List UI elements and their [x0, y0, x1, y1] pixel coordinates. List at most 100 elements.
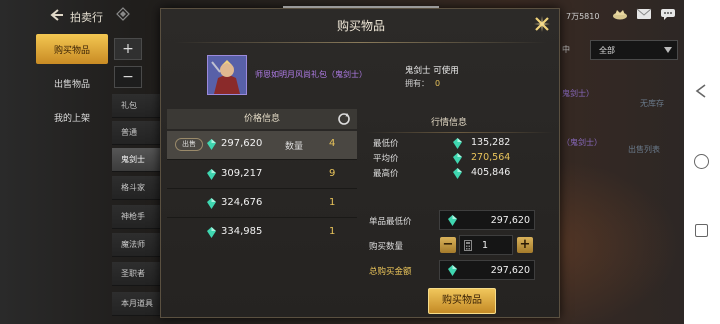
gem-icon	[207, 169, 216, 180]
owned-count: 拥有： 0	[405, 78, 440, 89]
total-price-label: 总购买金额	[369, 267, 412, 277]
increase-quantity-button[interactable]: +	[517, 237, 533, 253]
listing-row[interactable]: 324,676 1	[167, 189, 357, 217]
item-class-restriction: 鬼剑士 可使用	[405, 66, 459, 76]
gem-icon	[207, 227, 216, 238]
character-portrait-icon	[208, 56, 246, 94]
price-info-header: 价格信息	[167, 109, 357, 129]
sidebar-item-buy[interactable]: 购买物品	[36, 34, 108, 64]
decrease-quantity-button[interactable]: −	[440, 237, 456, 253]
diamond-icon[interactable]	[116, 7, 130, 21]
quantity-label: 数量	[285, 142, 304, 152]
sidebar-item-label: 出售物品	[53, 79, 90, 90]
bg-list-item-status: 出售列表	[628, 145, 660, 154]
quantity-value: 1	[482, 240, 489, 251]
category-item[interactable]: 礼包	[112, 94, 162, 118]
sidebar-item-sell[interactable]: 出售物品	[36, 68, 108, 98]
quantity-input[interactable]: 1	[459, 235, 513, 255]
category-item[interactable]: 本月道具	[112, 292, 162, 316]
avg-price-label: 平均价	[373, 154, 399, 164]
chevron-down-icon	[664, 47, 672, 53]
category-label: 本月道具	[121, 299, 153, 308]
nav-home-icon[interactable]	[694, 154, 709, 169]
max-price-label: 最高价	[373, 169, 399, 179]
unit-price-label: 单品最低价	[369, 217, 412, 227]
sale-badge: 出售	[175, 138, 203, 151]
system-nav-bar	[684, 0, 720, 324]
category-label: 神枪手	[121, 212, 145, 221]
filter-tab-label: 中	[562, 45, 570, 54]
gem-icon	[453, 138, 462, 149]
filter-dropdown[interactable]: 全部	[590, 40, 678, 60]
item-name: 师恩如明月风尚礼包（鬼剑士）	[255, 70, 367, 79]
gem-icon	[207, 139, 216, 150]
listing-price: 334,985	[221, 226, 263, 237]
gem-icon	[448, 265, 457, 276]
category-label: 魔法师	[121, 240, 145, 249]
listing-row[interactable]: 334,985 1	[167, 218, 357, 246]
nav-recents-icon[interactable]	[695, 224, 708, 237]
bg-list-item-name[interactable]: （鬼剑士）	[562, 137, 602, 148]
bg-list-item-status: 无库存	[640, 99, 664, 108]
page-title: 拍卖行	[70, 11, 103, 24]
owned-label: 拥有：	[405, 79, 429, 88]
min-price-label: 最低价	[373, 139, 399, 149]
listing-price: 324,676	[221, 197, 263, 208]
min-price-value: 135,282	[471, 137, 511, 148]
listing-price: 297,620	[221, 138, 263, 149]
dropdown-value: 全部	[599, 45, 615, 55]
collapse-button[interactable]: −	[114, 66, 142, 88]
max-price-value: 405,846	[471, 167, 511, 178]
nav-back-icon[interactable]	[694, 84, 708, 98]
gem-icon	[453, 153, 462, 164]
crown-icon[interactable]	[612, 8, 628, 20]
unit-price-value: 297,620	[490, 215, 530, 226]
purchase-dialog: 购买物品 师恩如明月风尚礼包（鬼剑士） 鬼剑士 可使用 拥有： 0 价格信息 出售…	[160, 6, 560, 318]
currency-amount: 7万5810	[566, 12, 600, 21]
category-item[interactable]: 普通	[112, 121, 162, 145]
sidebar-item-label: 我的上架	[53, 113, 90, 124]
bg-list-item-name[interactable]: 鬼剑士）	[562, 88, 594, 99]
back-arrow-icon[interactable]	[48, 7, 64, 23]
minus-icon: −	[122, 69, 134, 85]
listing-quantity: 1	[329, 197, 336, 208]
sidebar-item-label: 购买物品	[53, 45, 90, 56]
category-item-selected[interactable]: 鬼剑士	[112, 148, 162, 172]
listing-quantity: 1	[329, 226, 336, 237]
dialog-top-accent	[283, 6, 439, 8]
owned-value: 0	[435, 79, 441, 88]
category-label: 鬼剑士	[121, 155, 145, 164]
category-item[interactable]: 圣职者	[112, 262, 162, 286]
refresh-icon[interactable]	[337, 112, 351, 126]
dialog-title: 购买物品	[336, 19, 385, 33]
listing-quantity: 9	[329, 168, 336, 179]
gem-icon	[453, 168, 462, 179]
plus-icon: +	[122, 41, 134, 57]
listing-row[interactable]: 309,217 9	[167, 160, 357, 188]
category-label: 礼包	[121, 101, 137, 110]
calculator-icon[interactable]	[464, 240, 472, 251]
category-item[interactable]: 格斗家	[112, 176, 162, 200]
market-info-header: 行情信息	[431, 118, 468, 128]
divider	[367, 132, 553, 133]
mail-icon[interactable]	[636, 8, 652, 20]
unit-price-field: 297,620	[439, 210, 535, 230]
category-label: 格斗家	[121, 183, 145, 192]
purchase-button[interactable]: 购买物品	[428, 288, 496, 314]
category-item[interactable]: 魔法师	[112, 233, 162, 257]
gem-icon	[207, 198, 216, 209]
category-item[interactable]: 神枪手	[112, 205, 162, 229]
category-label: 普通	[121, 128, 137, 137]
gem-icon	[448, 215, 457, 226]
listing-quantity: 4	[329, 138, 336, 149]
listing-row-selected[interactable]: 出售 297,620 数量 4	[167, 131, 357, 159]
chat-icon[interactable]	[660, 8, 676, 20]
close-icon[interactable]	[533, 15, 551, 33]
item-icon[interactable]	[207, 55, 247, 95]
quantity-label: 购买数量	[369, 242, 404, 252]
expand-button[interactable]: +	[114, 38, 142, 60]
total-price-value: 297,620	[490, 265, 530, 276]
divider	[175, 42, 547, 43]
sidebar-item-my-listings[interactable]: 我的上架	[36, 102, 108, 132]
category-label: 圣职者	[121, 269, 145, 278]
